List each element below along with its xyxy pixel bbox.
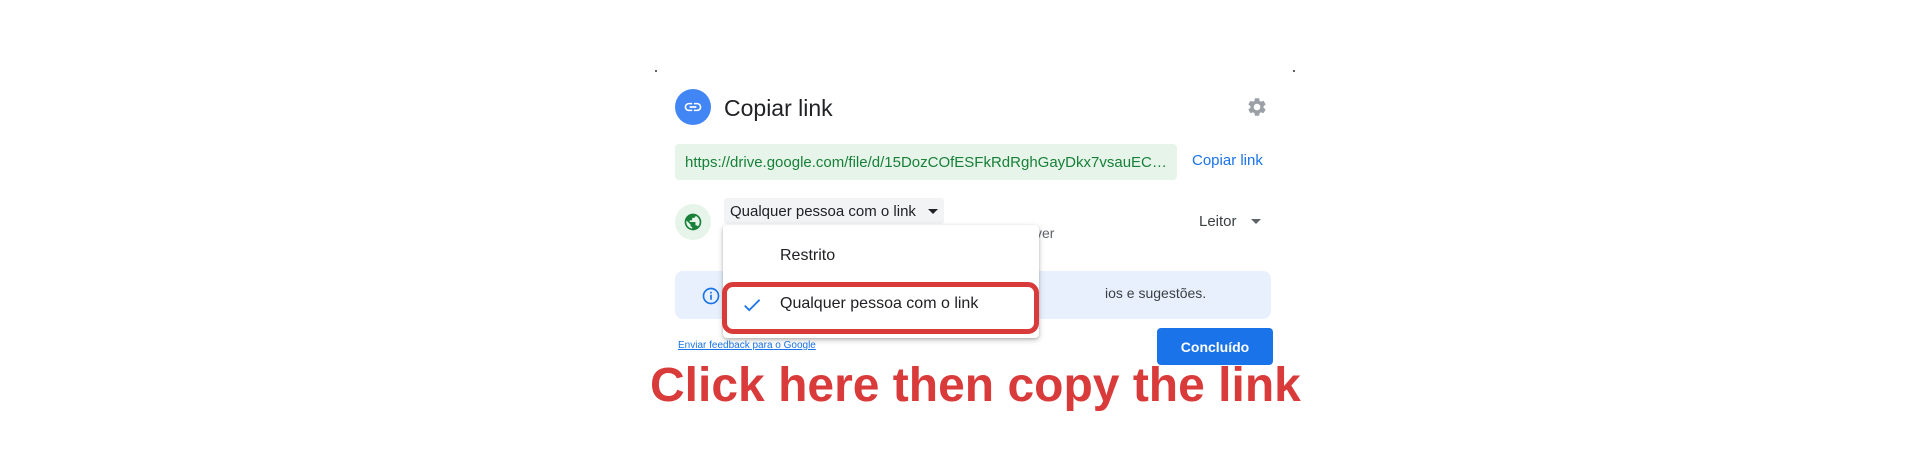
dialog-title: Copiar link <box>724 95 833 121</box>
role-dropdown[interactable]: Leitor <box>1199 213 1261 230</box>
send-feedback-link[interactable]: Enviar feedback para o Google <box>678 340 816 351</box>
link-icon <box>675 89 711 125</box>
role-label: Leitor <box>1199 213 1237 230</box>
menu-item-label: Restrito <box>780 247 836 264</box>
share-url-text: https://drive.google.com/file/d/15DozCOf… <box>685 153 1167 171</box>
dialog-corner-marker <box>1293 70 1295 72</box>
globe-icon <box>675 204 711 240</box>
info-text: ios e sugestões. <box>1105 285 1207 301</box>
highlight-box <box>722 282 1039 334</box>
caret-down-icon <box>927 208 938 214</box>
share-url-field[interactable]: https://drive.google.com/file/d/15DozCOf… <box>675 144 1177 180</box>
menu-item-restricted[interactable]: Restrito <box>723 234 1039 278</box>
instruction-caption: Click here then copy the link <box>650 359 1301 412</box>
copy-link-button[interactable]: Copiar link <box>1192 152 1263 169</box>
caret-down-icon <box>1250 219 1261 224</box>
gear-icon[interactable] <box>1246 96 1268 118</box>
info-icon <box>701 286 721 306</box>
access-dropdown-button[interactable]: Qualquer pessoa com o link <box>724 198 944 224</box>
dialog-corner-marker <box>655 70 657 72</box>
access-dropdown-label: Qualquer pessoa com o link <box>730 202 916 220</box>
